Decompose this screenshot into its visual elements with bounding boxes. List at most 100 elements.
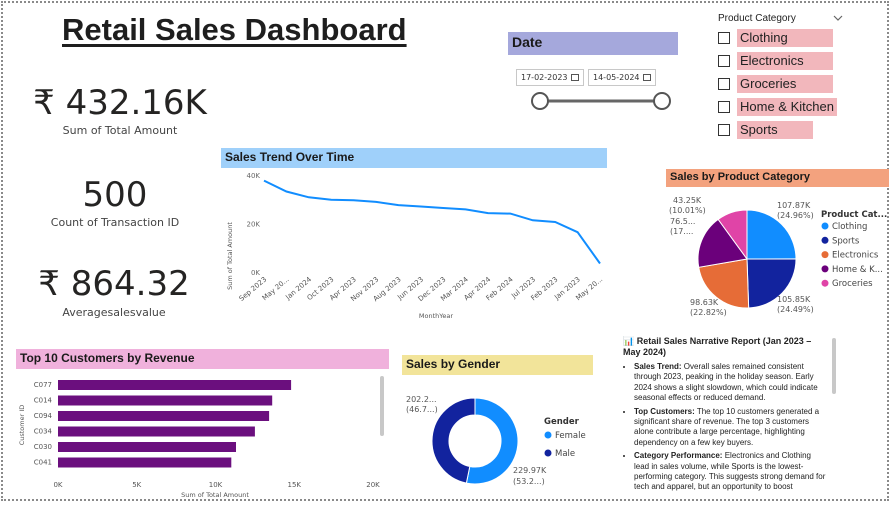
customer-label: C077 [34, 381, 52, 389]
customer-bar[interactable] [58, 395, 273, 406]
customer-bar[interactable] [58, 457, 232, 468]
category-slicer: Product Category Clothing Electronics Gr… [718, 10, 843, 140]
date-slicer-header: Date [508, 32, 678, 55]
category-option-groceries[interactable]: Groceries [718, 74, 843, 94]
category-option-clothing[interactable]: Clothing [718, 28, 843, 48]
pie-label-home-value: 76.5... [670, 217, 695, 226]
narrative-point: Top Customers: The top 10 customers gene… [634, 407, 826, 449]
legend-label[interactable]: Clothing [832, 222, 867, 232]
kpi-total-amount[interactable]: ₹ 432.16K Sum of Total Amount [20, 82, 220, 137]
customer-label: C041 [34, 459, 52, 467]
pie-label-clothing-pct: (24.96%) [777, 211, 814, 220]
calendar-icon[interactable] [643, 74, 651, 81]
date-start-value: 17-02-2023 [521, 73, 568, 82]
slider-start-handle[interactable] [531, 92, 549, 110]
legend-label[interactable]: Groceries [832, 279, 873, 289]
narrative-point: Category Performance: Electronics and Cl… [634, 451, 826, 493]
gender-chart-header: Sales by Gender [402, 355, 593, 375]
customer-label: C034 [34, 428, 53, 436]
sales-trend-header: Sales Trend Over Time [221, 148, 607, 168]
legend-label[interactable]: Electronics [832, 251, 879, 261]
checkbox[interactable] [718, 32, 730, 44]
pie-label-groceries-pct: (10.01%) [669, 206, 706, 215]
legend-label[interactable]: Female [555, 431, 586, 441]
kpi-avg-sales-label: Averagesalesvalue [62, 306, 166, 319]
category-slicer-header: Product Category [718, 12, 796, 24]
gender-label-female-pct: (53.2...) [513, 477, 545, 486]
trend-x-axis-title: MonthYear [419, 312, 453, 320]
narrative-scrollbar[interactable] [832, 338, 836, 394]
legend-swatch [544, 449, 552, 457]
date-start-input[interactable]: 17-02-2023 [516, 69, 584, 86]
pie-label-clothing-value: 107.87K [777, 201, 811, 210]
kpi-transactions[interactable]: 500 Count of Transaction ID [15, 174, 215, 229]
checkbox[interactable] [718, 78, 730, 90]
checkbox[interactable] [718, 101, 730, 113]
trend-y-axis-title: Sum of Total Amount [226, 222, 234, 290]
legend-swatch [544, 431, 552, 439]
legend-label[interactable]: Male [555, 449, 575, 459]
narrative-point: Sales Trend: Overall sales remained cons… [634, 362, 826, 404]
category-option-sports[interactable]: Sports [718, 120, 843, 140]
legend-swatch [821, 265, 829, 273]
trend-y-tick-label: 0K [251, 269, 260, 277]
pie-label-groceries-value: 43.25K [673, 196, 702, 205]
chevron-down-icon[interactable] [833, 14, 843, 22]
customer-label: C094 [34, 412, 53, 420]
kpi-total-amount-label: Sum of Total Amount [62, 124, 178, 137]
kpi-avg-sales[interactable]: ₹ 864.32 Averagesalesvalue [14, 262, 214, 319]
narrative-point-label: Sales Trend: [634, 362, 682, 371]
legend-swatch [821, 279, 829, 287]
sales-trend-chart[interactable]: Sum of Total Amount MonthYear 40K20K0K S… [220, 168, 612, 326]
customer-bar[interactable] [58, 411, 270, 421]
category-option-home-kitchen[interactable]: Home & Kitchen [718, 97, 843, 117]
customers-x-tick-label: 15K [288, 481, 302, 489]
legend-label[interactable]: Home & K... [832, 265, 883, 275]
date-end-input[interactable]: 14-05-2024 [588, 69, 656, 86]
gender-slice-male[interactable] [431, 397, 476, 484]
legend-swatch [821, 251, 829, 259]
pie-label-sports-pct: (24.49%) [777, 305, 814, 314]
customers-x-axis-title: Sum of Total Amount [181, 491, 249, 499]
gender-label-male-value: 202.2... [406, 395, 437, 404]
calendar-icon[interactable] [571, 74, 579, 81]
checkbox[interactable] [718, 124, 730, 136]
legend-label[interactable]: Sports [832, 236, 860, 246]
kpi-total-amount-value: ₹ 432.16K [33, 83, 207, 123]
legend-swatch [821, 222, 829, 230]
date-range-slider[interactable] [528, 90, 674, 112]
customer-bar[interactable] [58, 380, 292, 390]
category-chart-header: Sales by Product Category [666, 169, 889, 187]
trend-series-line[interactable] [263, 179, 601, 265]
checkbox[interactable] [718, 55, 730, 67]
customers-x-tick-label: 0K [53, 481, 62, 489]
customer-bar[interactable] [58, 442, 236, 452]
category-option-label: Sports [737, 121, 813, 139]
customers-chart-header: Top 10 Customers by Revenue [16, 349, 389, 369]
category-option-label: Groceries [737, 75, 833, 93]
narrative-title: 📊 Retail Sales Narrative Report (Jan 202… [623, 336, 812, 357]
narrative-report: 📊 Retail Sales Narrative Report (Jan 202… [623, 336, 826, 498]
category-option-electronics[interactable]: Electronics [718, 51, 843, 71]
narrative-point-label: Category Performance: [634, 451, 723, 461]
customers-scrollbar[interactable] [380, 376, 384, 436]
category-pie-chart[interactable]: 107.87K (24.96%) 105.85K (24.49%) 98.63K… [640, 188, 890, 328]
customers-bar-chart[interactable]: Customer ID Sum of Total Amount C077 C014… [14, 370, 394, 500]
gender-label-male-pct: (46.7...) [406, 405, 438, 414]
slider-end-handle[interactable] [653, 92, 671, 110]
kpi-transactions-value: 500 [82, 175, 148, 215]
gender-legend-title: Gender [544, 417, 580, 427]
gender-donut-chart[interactable]: 202.2... (46.7...) 229.97K (53.2...) Gen… [400, 378, 615, 498]
customer-bar[interactable] [58, 426, 255, 437]
kpi-avg-sales-value: ₹ 864.32 [38, 264, 190, 304]
customer-label: C030 [34, 443, 52, 451]
page-title: Retail Sales Dashboard [62, 12, 407, 47]
trend-y-tick-label: 40K [247, 172, 261, 180]
trend-y-tick-label: 20K [247, 221, 261, 229]
narrative-point-label: Top Customers: [634, 406, 695, 416]
kpi-transactions-label: Count of Transaction ID [50, 216, 180, 229]
customers-y-axis-title: Customer ID [18, 405, 26, 446]
category-option-label: Clothing [737, 29, 833, 47]
pie-label-electronics-pct: (22.82%) [690, 308, 727, 317]
customer-label: C014 [34, 397, 53, 405]
